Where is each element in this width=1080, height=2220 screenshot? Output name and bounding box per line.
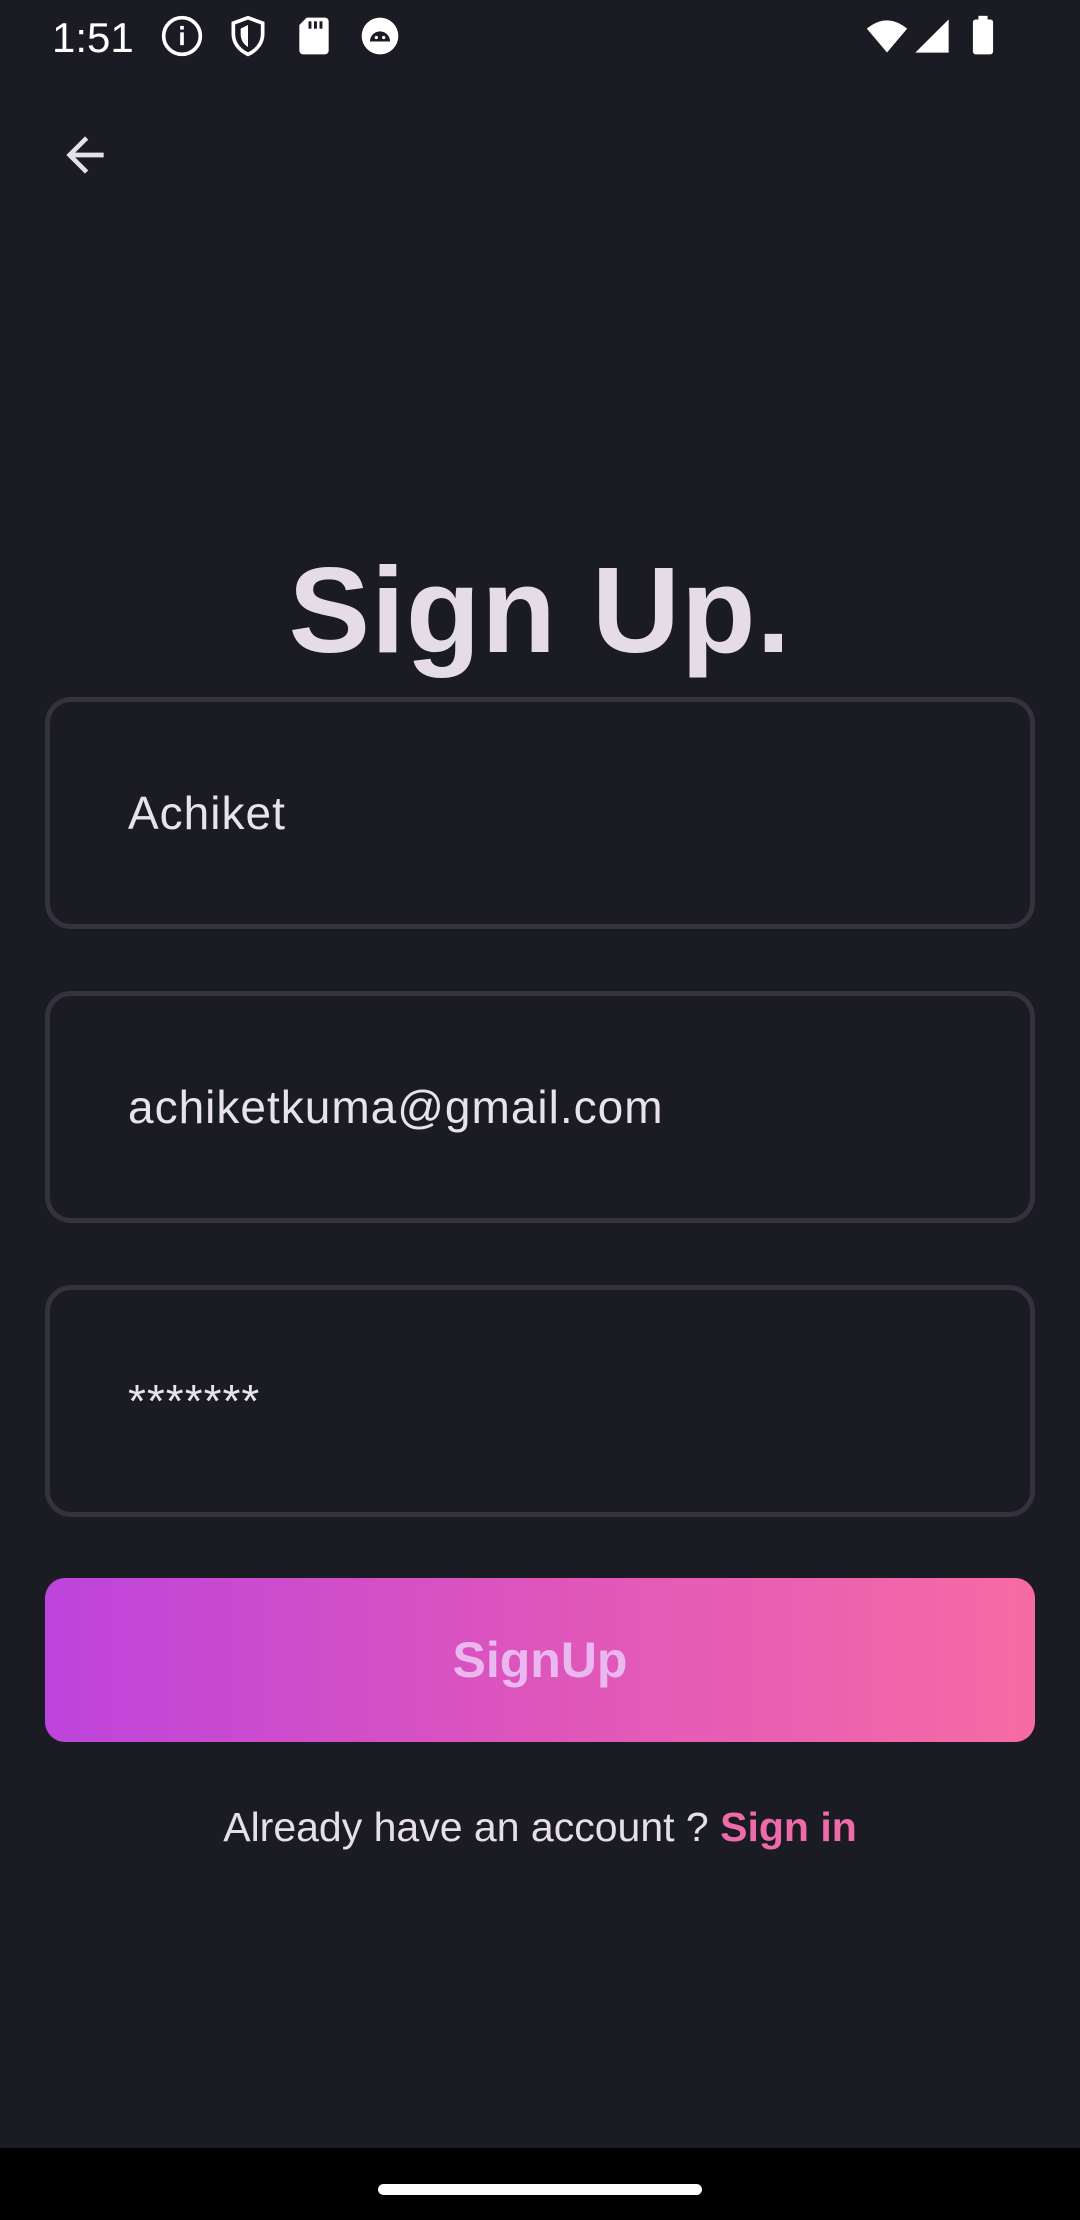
email-field[interactable]: achiketkuma@gmail.com bbox=[45, 991, 1035, 1223]
sd-card-icon bbox=[292, 14, 336, 58]
signup-button[interactable]: SignUp bbox=[45, 1578, 1035, 1742]
name-field-value: Achiket bbox=[128, 787, 286, 839]
signin-link[interactable]: Sign in bbox=[720, 1804, 857, 1850]
page-title: Sign Up. bbox=[288, 542, 792, 678]
name-field[interactable]: Achiket bbox=[45, 697, 1035, 929]
password-field[interactable]: ******* bbox=[45, 1285, 1035, 1517]
status-time: 1:51 bbox=[52, 14, 134, 61]
status-bar: 1:51 bbox=[0, 0, 1080, 72]
signin-prompt: Already have an account ? Sign in bbox=[0, 1804, 1080, 1851]
info-icon bbox=[160, 14, 204, 58]
arrow-back-icon bbox=[66, 136, 104, 174]
signup-button-label: SignUp bbox=[452, 1632, 628, 1688]
password-field-value: ******* bbox=[128, 1375, 261, 1427]
email-field-value: achiketkuma@gmail.com bbox=[128, 1081, 664, 1133]
signup-screen: 1:51 Sign Up. Achiket achiketkuma@gmail.… bbox=[0, 0, 1080, 2220]
cellular-signal-icon bbox=[912, 14, 952, 58]
navigation-bar bbox=[0, 2148, 1080, 2220]
back-button[interactable] bbox=[40, 115, 130, 195]
home-handle[interactable] bbox=[378, 2184, 702, 2195]
signin-prompt-text: Already have an account ? bbox=[223, 1804, 721, 1850]
wifi-icon bbox=[864, 14, 910, 58]
battery-icon bbox=[968, 14, 998, 58]
shield-icon bbox=[226, 14, 270, 58]
android-debug-icon bbox=[358, 14, 402, 58]
